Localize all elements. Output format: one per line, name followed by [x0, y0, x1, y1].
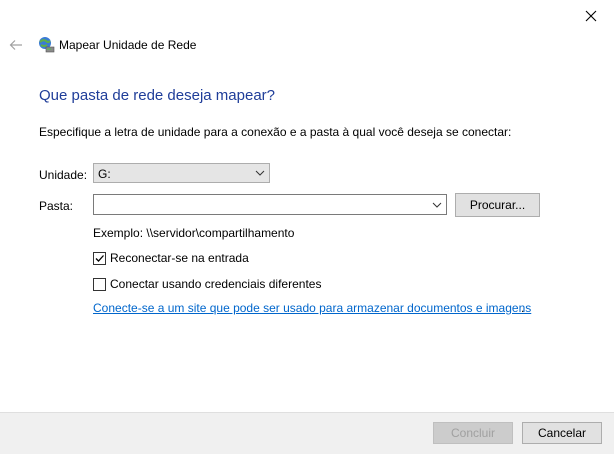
page-heading: Que pasta de rede deseja mapear? — [39, 87, 275, 104]
arrow-left-icon — [9, 40, 22, 50]
map-network-drive-dialog: Mapear Unidade de Rede Que pasta de rede… — [0, 0, 614, 454]
folder-combobox[interactable] — [93, 194, 447, 215]
window-title: Mapear Unidade de Rede — [59, 38, 197, 52]
credentials-option[interactable]: Conectar usando credenciais diferentes — [93, 277, 321, 291]
storage-site-link[interactable]: Conecte-se a um site que pode ser usado … — [93, 301, 531, 315]
instruction-text: Especifique a letra de unidade para a co… — [39, 125, 512, 139]
finish-button[interactable]: Concluir — [433, 422, 513, 444]
cancel-button[interactable]: Cancelar — [522, 422, 602, 444]
chevron-down-icon[interactable] — [432, 200, 442, 210]
network-drive-icon — [39, 37, 55, 53]
credentials-label: Conectar usando credenciais diferentes — [110, 277, 322, 291]
example-text: Exemplo: \\servidor\compartilhamento — [93, 226, 295, 240]
browse-button[interactable]: Procurar... — [455, 193, 540, 217]
credentials-checkbox[interactable] — [93, 277, 106, 291]
drive-select-value: G: — [98, 167, 111, 181]
reconnect-option[interactable]: Reconectar-se na entrada — [93, 251, 249, 265]
close-button[interactable] — [568, 0, 614, 32]
checkmark-icon — [95, 254, 104, 262]
link-suffix: . — [521, 301, 525, 315]
reconnect-checkbox[interactable] — [93, 251, 106, 265]
drive-label: Unidade: — [39, 168, 88, 182]
close-icon — [585, 10, 597, 22]
reconnect-label: Reconectar-se na entrada — [110, 251, 249, 265]
chevron-down-icon — [255, 170, 265, 176]
drive-select[interactable]: G: — [93, 163, 270, 183]
folder-input[interactable] — [96, 196, 420, 214]
folder-label: Pasta: — [39, 199, 74, 213]
back-button[interactable] — [6, 36, 26, 54]
